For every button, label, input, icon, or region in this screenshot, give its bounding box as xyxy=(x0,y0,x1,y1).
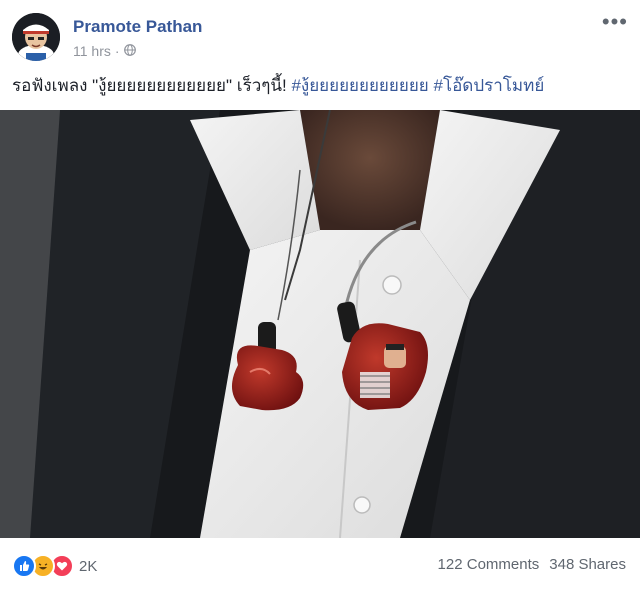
post-stats: 122 Comments 348 Shares xyxy=(438,556,626,573)
reactions-summary[interactable]: 2K xyxy=(12,554,97,578)
post-time[interactable]: 11 hrs xyxy=(73,43,111,59)
post-text: รอฟังเพลง "งู้ยยยยยยยยยยยย" เร็วๆนี้! #ง… xyxy=(12,72,628,99)
post-footer: 2K 122 Comments 348 Shares xyxy=(0,538,640,589)
like-icon xyxy=(12,554,36,578)
shares-count[interactable]: 348 Shares xyxy=(549,556,626,573)
globe-icon[interactable] xyxy=(123,43,136,59)
hashtag-link[interactable]: #งู้ยยยยยยยยยยยย xyxy=(291,76,428,95)
post-photo[interactable] xyxy=(0,110,640,538)
hashtag-link[interactable]: #โอ๊ดปราโมทย์ xyxy=(433,76,544,95)
reaction-count[interactable]: 2K xyxy=(79,558,97,575)
post-text-body: รอฟังเพลง "งู้ยยยยยยยยยยยย" เร็วๆนี้! xyxy=(12,76,292,95)
comments-count[interactable]: 122 Comments xyxy=(438,556,540,573)
more-options-button[interactable]: ••• xyxy=(602,11,628,33)
post-meta: 11 hrs · xyxy=(73,43,136,59)
post-header: Pramote Pathan 11 hrs · ••• xyxy=(0,0,640,70)
avatar[interactable] xyxy=(12,13,60,61)
author-name[interactable]: Pramote Pathan xyxy=(73,17,202,37)
